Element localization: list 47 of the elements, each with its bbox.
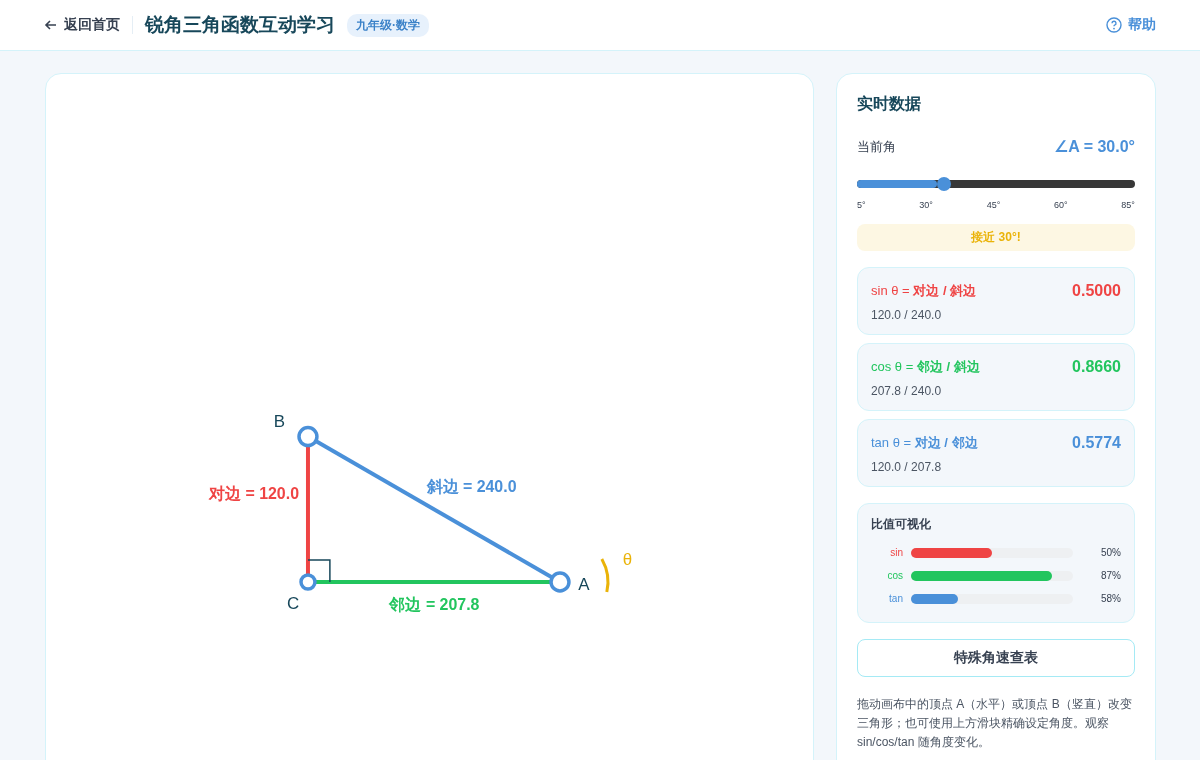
triangle-canvas[interactable]: 对边 = 120.0 斜边 = 240.0 邻边 = 207.8 θ B C A (45, 73, 814, 760)
vertex-label: B (273, 411, 286, 431)
ratio-detail: 207.8 / 240.0 (871, 384, 943, 398)
slider-tick: 5° (857, 200, 866, 210)
bar-label: sin (889, 547, 903, 558)
bar-label: cos (886, 570, 903, 581)
angle-caption: 当前角 (857, 137, 896, 156)
vertex-handle[interactable] (299, 573, 317, 591)
ratio-detail: 120.0 / 207.8 (871, 460, 943, 474)
side-label: 邻边 = 207.8 (389, 595, 480, 613)
angle-label: θ (622, 550, 633, 570)
help-icon (1106, 17, 1122, 33)
back-link[interactable]: 返回首页 (44, 16, 133, 34)
slider-thumb[interactable] (936, 177, 951, 191)
vertex-handle[interactable] (549, 571, 571, 593)
arrow-left-icon (44, 18, 58, 32)
angle-slider[interactable] (857, 180, 1135, 188)
right-angle-mark (307, 559, 331, 583)
angle-arc (600, 558, 610, 593)
grade-badge: 九年级·数学 (347, 13, 429, 37)
ratio-formula: sin θ = 对边 / 斜边 (871, 282, 977, 300)
bar-percent: 50% (1100, 547, 1121, 558)
ratio-value: 0.5000 (1072, 282, 1121, 300)
bar-percent: 87% (1100, 570, 1121, 581)
angle-hint: 接近 30°! (857, 224, 1135, 251)
slider-tick: 30° (919, 200, 933, 210)
ratio-formula: cos θ = 邻边 / 斜边 (871, 358, 980, 376)
vertex-handle[interactable] (297, 425, 319, 448)
slider-tick: 85° (1121, 200, 1135, 210)
ratio-value: 0.5774 (1072, 434, 1121, 452)
instructions-text: 拖动画布中的顶点 A（水平）或顶点 B（竖直）改变三角形；也可使用上方滑块精确设定角度。观察 sin/cos/tan 随角度变化。 (857, 696, 1133, 751)
bar-label: tan (888, 593, 903, 604)
vertex-label: C (286, 593, 300, 613)
chart-title: 比值可视化 (871, 516, 932, 533)
bar-percent: 58% (1100, 593, 1121, 604)
side-label: 对边 = 120.0 (209, 485, 299, 503)
side-label: 斜边 = 240.0 (426, 478, 517, 496)
page-title: 锐角三角函数互动学习 (145, 13, 335, 37)
slider-tick: 60° (1054, 200, 1068, 210)
ratio-detail: 120.0 / 240.0 (871, 308, 943, 322)
slider-tick: 45° (986, 200, 1001, 210)
ratio-formula: tan θ = 对边 / 邻边 (871, 434, 978, 452)
panel-title: 实时数据 (857, 94, 922, 114)
ratio-value: 0.8660 (1072, 358, 1121, 376)
angle-value: ∠A = 30.0° (1053, 137, 1135, 156)
special-angles-button[interactable]: 特殊角速查表 (857, 639, 1135, 677)
vertex-label: A (578, 575, 590, 594)
